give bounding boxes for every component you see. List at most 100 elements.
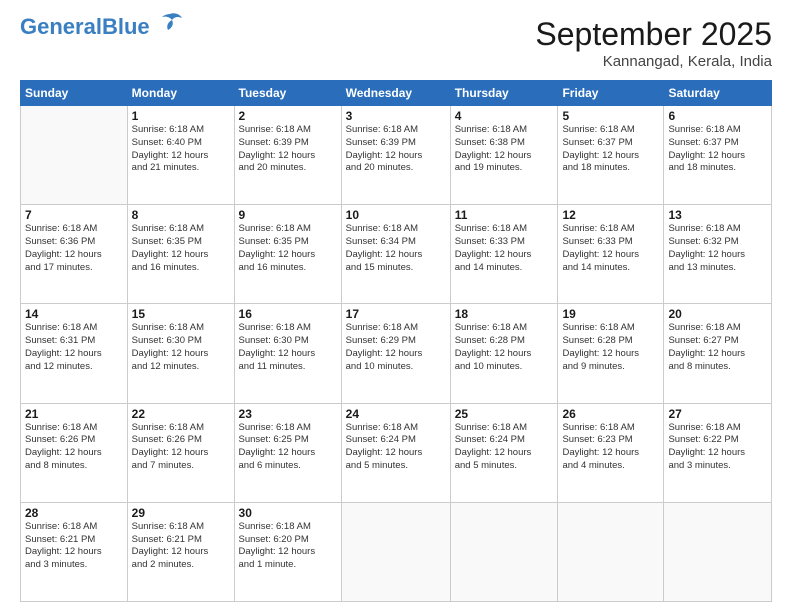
day-number: 30 [239, 506, 337, 520]
table-row: 30Sunrise: 6:18 AM Sunset: 6:20 PM Dayli… [234, 502, 341, 601]
table-row: 27Sunrise: 6:18 AM Sunset: 6:22 PM Dayli… [664, 403, 772, 502]
day-info: Sunrise: 6:18 AM Sunset: 6:39 PM Dayligh… [346, 124, 446, 175]
table-row: 15Sunrise: 6:18 AM Sunset: 6:30 PM Dayli… [127, 304, 234, 403]
day-number: 16 [239, 307, 337, 321]
table-row: 23Sunrise: 6:18 AM Sunset: 6:25 PM Dayli… [234, 403, 341, 502]
day-info: Sunrise: 6:18 AM Sunset: 6:28 PM Dayligh… [455, 322, 554, 373]
location: Kannangad, Kerala, India [535, 53, 772, 70]
day-info: Sunrise: 6:18 AM Sunset: 6:34 PM Dayligh… [346, 223, 446, 274]
day-number: 6 [668, 109, 767, 123]
table-row: 20Sunrise: 6:18 AM Sunset: 6:27 PM Dayli… [664, 304, 772, 403]
day-number: 3 [346, 109, 446, 123]
col-monday: Monday [127, 81, 234, 106]
table-row [664, 502, 772, 601]
day-number: 17 [346, 307, 446, 321]
col-wednesday: Wednesday [341, 81, 450, 106]
calendar-week-row: 14Sunrise: 6:18 AM Sunset: 6:31 PM Dayli… [21, 304, 772, 403]
table-row: 10Sunrise: 6:18 AM Sunset: 6:34 PM Dayli… [341, 205, 450, 304]
day-info: Sunrise: 6:18 AM Sunset: 6:33 PM Dayligh… [562, 223, 659, 274]
day-number: 25 [455, 407, 554, 421]
table-row: 1Sunrise: 6:18 AM Sunset: 6:40 PM Daylig… [127, 106, 234, 205]
table-row: 14Sunrise: 6:18 AM Sunset: 6:31 PM Dayli… [21, 304, 128, 403]
day-info: Sunrise: 6:18 AM Sunset: 6:30 PM Dayligh… [239, 322, 337, 373]
day-info: Sunrise: 6:18 AM Sunset: 6:37 PM Dayligh… [668, 124, 767, 175]
table-row: 8Sunrise: 6:18 AM Sunset: 6:35 PM Daylig… [127, 205, 234, 304]
day-info: Sunrise: 6:18 AM Sunset: 6:35 PM Dayligh… [132, 223, 230, 274]
day-number: 11 [455, 208, 554, 222]
day-number: 29 [132, 506, 230, 520]
day-info: Sunrise: 6:18 AM Sunset: 6:37 PM Dayligh… [562, 124, 659, 175]
page: GeneralBlue September 2025 Kannangad, Ke… [0, 0, 792, 612]
header: GeneralBlue September 2025 Kannangad, Ke… [20, 16, 772, 70]
calendar-week-row: 21Sunrise: 6:18 AM Sunset: 6:26 PM Dayli… [21, 403, 772, 502]
calendar-week-row: 7Sunrise: 6:18 AM Sunset: 6:36 PM Daylig… [21, 205, 772, 304]
day-info: Sunrise: 6:18 AM Sunset: 6:21 PM Dayligh… [132, 521, 230, 572]
table-row: 5Sunrise: 6:18 AM Sunset: 6:37 PM Daylig… [558, 106, 664, 205]
table-row: 17Sunrise: 6:18 AM Sunset: 6:29 PM Dayli… [341, 304, 450, 403]
day-number: 24 [346, 407, 446, 421]
day-info: Sunrise: 6:18 AM Sunset: 6:32 PM Dayligh… [668, 223, 767, 274]
table-row: 19Sunrise: 6:18 AM Sunset: 6:28 PM Dayli… [558, 304, 664, 403]
logo: GeneralBlue [20, 16, 184, 38]
table-row: 11Sunrise: 6:18 AM Sunset: 6:33 PM Dayli… [450, 205, 558, 304]
day-number: 13 [668, 208, 767, 222]
day-info: Sunrise: 6:18 AM Sunset: 6:20 PM Dayligh… [239, 521, 337, 572]
calendar-table: Sunday Monday Tuesday Wednesday Thursday… [20, 80, 772, 602]
day-number: 20 [668, 307, 767, 321]
table-row: 7Sunrise: 6:18 AM Sunset: 6:36 PM Daylig… [21, 205, 128, 304]
day-info: Sunrise: 6:18 AM Sunset: 6:29 PM Dayligh… [346, 322, 446, 373]
day-info: Sunrise: 6:18 AM Sunset: 6:25 PM Dayligh… [239, 422, 337, 473]
day-number: 10 [346, 208, 446, 222]
table-row [341, 502, 450, 601]
table-row: 18Sunrise: 6:18 AM Sunset: 6:28 PM Dayli… [450, 304, 558, 403]
table-row: 3Sunrise: 6:18 AM Sunset: 6:39 PM Daylig… [341, 106, 450, 205]
table-row: 25Sunrise: 6:18 AM Sunset: 6:24 PM Dayli… [450, 403, 558, 502]
day-info: Sunrise: 6:18 AM Sunset: 6:30 PM Dayligh… [132, 322, 230, 373]
day-number: 21 [25, 407, 123, 421]
table-row [21, 106, 128, 205]
day-info: Sunrise: 6:18 AM Sunset: 6:21 PM Dayligh… [25, 521, 123, 572]
day-number: 1 [132, 109, 230, 123]
calendar-header-row: Sunday Monday Tuesday Wednesday Thursday… [21, 81, 772, 106]
table-row [558, 502, 664, 601]
calendar-week-row: 1Sunrise: 6:18 AM Sunset: 6:40 PM Daylig… [21, 106, 772, 205]
day-info: Sunrise: 6:18 AM Sunset: 6:35 PM Dayligh… [239, 223, 337, 274]
day-info: Sunrise: 6:18 AM Sunset: 6:40 PM Dayligh… [132, 124, 230, 175]
table-row: 6Sunrise: 6:18 AM Sunset: 6:37 PM Daylig… [664, 106, 772, 205]
table-row: 28Sunrise: 6:18 AM Sunset: 6:21 PM Dayli… [21, 502, 128, 601]
table-row: 22Sunrise: 6:18 AM Sunset: 6:26 PM Dayli… [127, 403, 234, 502]
day-number: 18 [455, 307, 554, 321]
month-title: September 2025 [535, 16, 772, 53]
day-info: Sunrise: 6:18 AM Sunset: 6:24 PM Dayligh… [346, 422, 446, 473]
table-row: 12Sunrise: 6:18 AM Sunset: 6:33 PM Dayli… [558, 205, 664, 304]
table-row: 16Sunrise: 6:18 AM Sunset: 6:30 PM Dayli… [234, 304, 341, 403]
day-info: Sunrise: 6:18 AM Sunset: 6:23 PM Dayligh… [562, 422, 659, 473]
col-sunday: Sunday [21, 81, 128, 106]
day-info: Sunrise: 6:18 AM Sunset: 6:31 PM Dayligh… [25, 322, 123, 373]
day-number: 9 [239, 208, 337, 222]
col-saturday: Saturday [664, 81, 772, 106]
table-row: 29Sunrise: 6:18 AM Sunset: 6:21 PM Dayli… [127, 502, 234, 601]
table-row: 4Sunrise: 6:18 AM Sunset: 6:38 PM Daylig… [450, 106, 558, 205]
table-row: 13Sunrise: 6:18 AM Sunset: 6:32 PM Dayli… [664, 205, 772, 304]
day-number: 8 [132, 208, 230, 222]
logo-bird-icon [152, 12, 184, 34]
table-row: 26Sunrise: 6:18 AM Sunset: 6:23 PM Dayli… [558, 403, 664, 502]
day-number: 4 [455, 109, 554, 123]
day-number: 15 [132, 307, 230, 321]
day-number: 7 [25, 208, 123, 222]
day-number: 28 [25, 506, 123, 520]
col-friday: Friday [558, 81, 664, 106]
table-row: 9Sunrise: 6:18 AM Sunset: 6:35 PM Daylig… [234, 205, 341, 304]
day-info: Sunrise: 6:18 AM Sunset: 6:24 PM Dayligh… [455, 422, 554, 473]
col-tuesday: Tuesday [234, 81, 341, 106]
logo-text: GeneralBlue [20, 16, 150, 38]
day-number: 27 [668, 407, 767, 421]
table-row: 24Sunrise: 6:18 AM Sunset: 6:24 PM Dayli… [341, 403, 450, 502]
day-info: Sunrise: 6:18 AM Sunset: 6:28 PM Dayligh… [562, 322, 659, 373]
day-info: Sunrise: 6:18 AM Sunset: 6:26 PM Dayligh… [25, 422, 123, 473]
logo-blue: Blue [102, 14, 150, 39]
day-info: Sunrise: 6:18 AM Sunset: 6:33 PM Dayligh… [455, 223, 554, 274]
day-info: Sunrise: 6:18 AM Sunset: 6:22 PM Dayligh… [668, 422, 767, 473]
day-info: Sunrise: 6:18 AM Sunset: 6:38 PM Dayligh… [455, 124, 554, 175]
